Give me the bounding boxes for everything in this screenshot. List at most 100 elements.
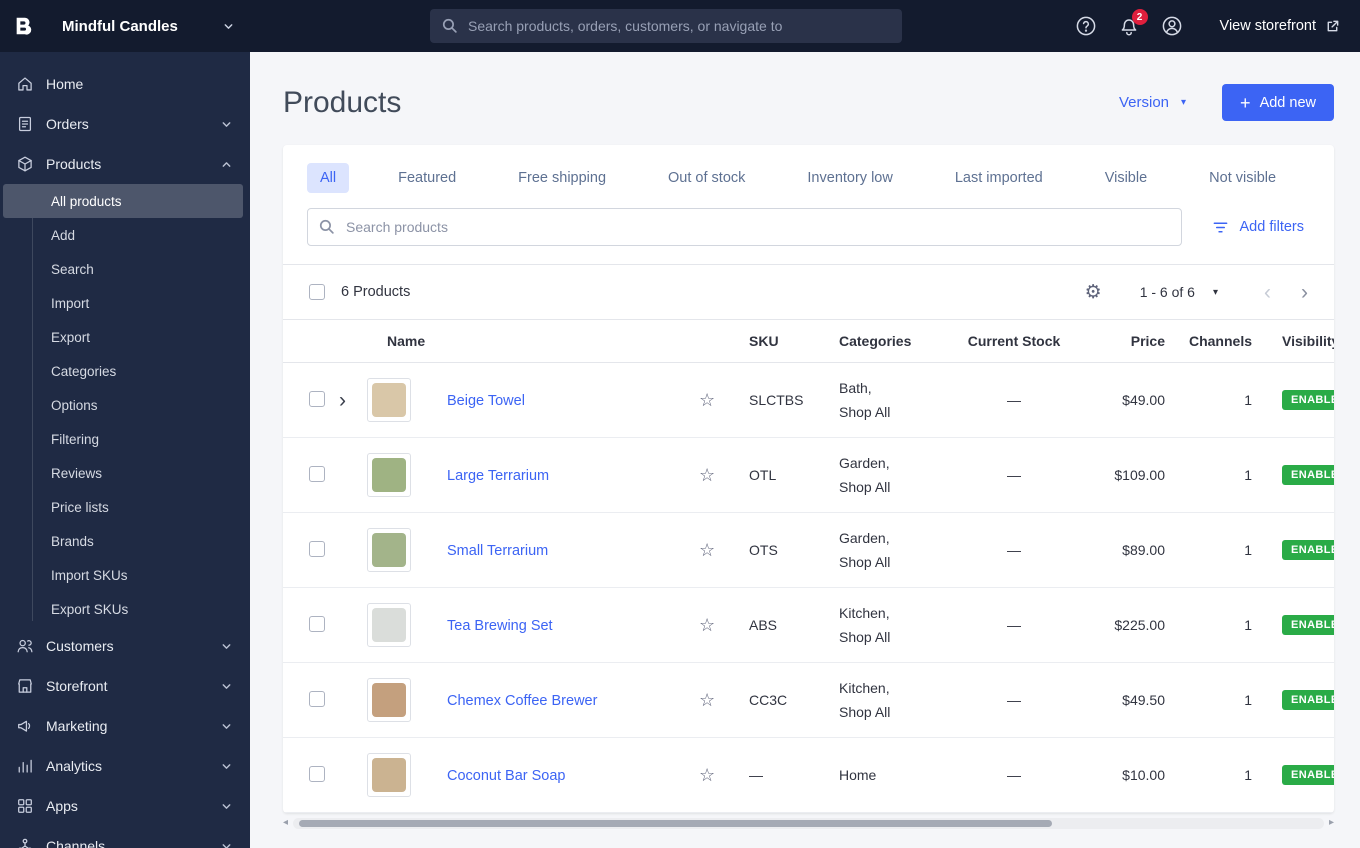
analytics-icon	[16, 757, 34, 775]
account-icon[interactable]	[1161, 15, 1183, 37]
help-icon[interactable]	[1075, 15, 1097, 37]
submenu-item-label: Reviews	[51, 465, 103, 481]
star-icon[interactable]: ☆	[699, 765, 715, 785]
visibility-badge: ENABLED	[1282, 765, 1334, 785]
row-checkbox[interactable]	[309, 615, 325, 632]
tab-last-imported[interactable]: Last imported	[942, 163, 1056, 193]
version-dropdown[interactable]: Version ▾	[1113, 93, 1192, 112]
sidebar-item-channels[interactable]: Channels	[0, 826, 250, 848]
scrollbar-thumb[interactable]	[299, 819, 1052, 827]
row-checkbox[interactable]	[309, 765, 325, 782]
select-all-checkbox[interactable]	[309, 284, 325, 300]
scroll-left-arrow-icon[interactable]: ◂	[283, 818, 288, 828]
sidebar-subitem-export-skus[interactable]: Export SKUs	[3, 592, 243, 626]
sidebar-item-marketing[interactable]: Marketing	[0, 706, 250, 746]
sidebar-item-analytics[interactable]: Analytics	[0, 746, 250, 786]
star-icon[interactable]: ☆	[699, 615, 715, 635]
price-cell: $89.00	[1122, 542, 1165, 558]
plus-icon: +	[1240, 92, 1251, 113]
table-row: › Beige Towel ☆ SLCTBS Bath, Shop All — …	[283, 363, 1334, 438]
tab-featured[interactable]: Featured	[385, 163, 469, 193]
horizontal-scrollbar[interactable]: ◂ ▸	[283, 816, 1334, 830]
submenu-item-label: Export	[51, 329, 91, 345]
products-icon	[16, 155, 34, 173]
sidebar-subitem-export[interactable]: Export	[3, 320, 243, 354]
submenu-item-label: Options	[51, 397, 98, 413]
search-icon	[318, 218, 335, 240]
product-name-link[interactable]: Small Terrarium	[447, 543, 548, 559]
sidebar-item-orders[interactable]: Orders	[0, 104, 250, 144]
row-checkbox[interactable]	[309, 540, 325, 557]
sidebar-subitem-reviews[interactable]: Reviews	[3, 456, 243, 490]
visibility-badge: ENABLED	[1282, 390, 1334, 410]
sidebar-subitem-options[interactable]: Options	[3, 388, 243, 422]
product-name-link[interactable]: Large Terrarium	[447, 468, 549, 484]
star-icon[interactable]: ☆	[699, 390, 715, 410]
sidebar-subitem-all-products[interactable]: All products	[3, 184, 243, 218]
global-search-input[interactable]	[430, 9, 902, 43]
sidebar-subitem-price-lists[interactable]: Price lists	[3, 490, 243, 524]
add-filters-button[interactable]: Add filters	[1206, 218, 1310, 237]
stock-cell: —	[1007, 767, 1021, 783]
tab-out-of-stock[interactable]: Out of stock	[655, 163, 758, 193]
tab-all[interactable]: All	[307, 163, 350, 193]
scroll-right-arrow-icon[interactable]: ▸	[1329, 818, 1334, 828]
submenu-item-label: All products	[51, 193, 122, 209]
sidebar-subitem-categories[interactable]: Categories	[3, 354, 243, 388]
product-name-link[interactable]: Tea Brewing Set	[447, 618, 553, 634]
sidebar-subitem-import[interactable]: Import	[3, 286, 243, 320]
sidebar-item-products[interactable]: Products	[0, 144, 250, 184]
row-checkbox[interactable]	[309, 390, 325, 407]
sidebar-subitem-search[interactable]: Search	[3, 252, 243, 286]
gear-icon[interactable]: ⚙	[1079, 282, 1108, 303]
customers-icon	[16, 637, 34, 655]
sidebar-subitem-filtering[interactable]: Filtering	[3, 422, 243, 456]
add-new-button[interactable]: + Add new	[1222, 84, 1334, 121]
sidebar-subitem-add[interactable]: Add	[3, 218, 243, 252]
pagination-range-dropdown[interactable]: 1 - 6 of 6 ▾	[1134, 283, 1224, 301]
chevron-down-icon	[221, 801, 232, 812]
submenu-item-label: Export SKUs	[51, 601, 129, 617]
sidebar-subitem-brands[interactable]: Brands	[3, 524, 243, 558]
column-header-name: Name	[387, 333, 426, 349]
sidebar-item-customers[interactable]: Customers	[0, 626, 250, 666]
sidebar-subitem-import-skus[interactable]: Import SKUs	[3, 558, 243, 592]
star-icon[interactable]: ☆	[699, 465, 715, 485]
view-storefront-link[interactable]: View storefront	[1214, 17, 1346, 35]
price-cell: $10.00	[1122, 767, 1165, 783]
row-checkbox[interactable]	[309, 465, 325, 482]
tab-visible[interactable]: Visible	[1092, 163, 1160, 193]
sidebar-item-storefront[interactable]: Storefront	[0, 666, 250, 706]
tab-not-visible[interactable]: Not visible	[1196, 163, 1289, 193]
star-icon[interactable]: ☆	[699, 690, 715, 710]
product-name-link[interactable]: Coconut Bar Soap	[447, 768, 566, 784]
scrollbar-track[interactable]	[293, 817, 1324, 829]
product-search-input[interactable]	[307, 208, 1182, 246]
sku-cell: SLCTBS	[749, 392, 804, 408]
stock-cell: —	[1007, 692, 1021, 708]
prev-page-button[interactable]: ‹	[1264, 282, 1271, 303]
sidebar-item-home[interactable]: Home	[0, 64, 250, 104]
page-title: Products	[283, 85, 402, 119]
store-switcher[interactable]: Mindful Candles	[56, 17, 240, 36]
column-header-sku: SKU	[749, 333, 779, 349]
next-page-button[interactable]: ›	[1301, 282, 1308, 303]
visibility-badge: ENABLED	[1282, 615, 1334, 635]
product-thumbnail	[367, 378, 411, 422]
submenu-item-label: Import	[51, 295, 90, 311]
expand-row-chevron-icon[interactable]: ›	[339, 389, 346, 412]
channels-cell: 1	[1244, 767, 1252, 783]
stock-cell: —	[1007, 617, 1021, 633]
product-name-link[interactable]: Beige Towel	[447, 393, 525, 409]
notification-badge: 2	[1131, 9, 1148, 25]
table-row: › Coconut Bar Soap ☆ — Home — $10.00 1 E…	[283, 738, 1334, 813]
sidebar-item-apps[interactable]: Apps	[0, 786, 250, 826]
tab-free-shipping[interactable]: Free shipping	[505, 163, 619, 193]
star-icon[interactable]: ☆	[699, 540, 715, 560]
notifications-bell-icon[interactable]: 2	[1118, 9, 1148, 37]
row-checkbox[interactable]	[309, 690, 325, 707]
submenu-item-label: Add	[51, 227, 76, 243]
product-name-link[interactable]: Chemex Coffee Brewer	[447, 693, 597, 709]
product-thumbnail	[367, 453, 411, 497]
tab-inventory-low[interactable]: Inventory low	[794, 163, 905, 193]
